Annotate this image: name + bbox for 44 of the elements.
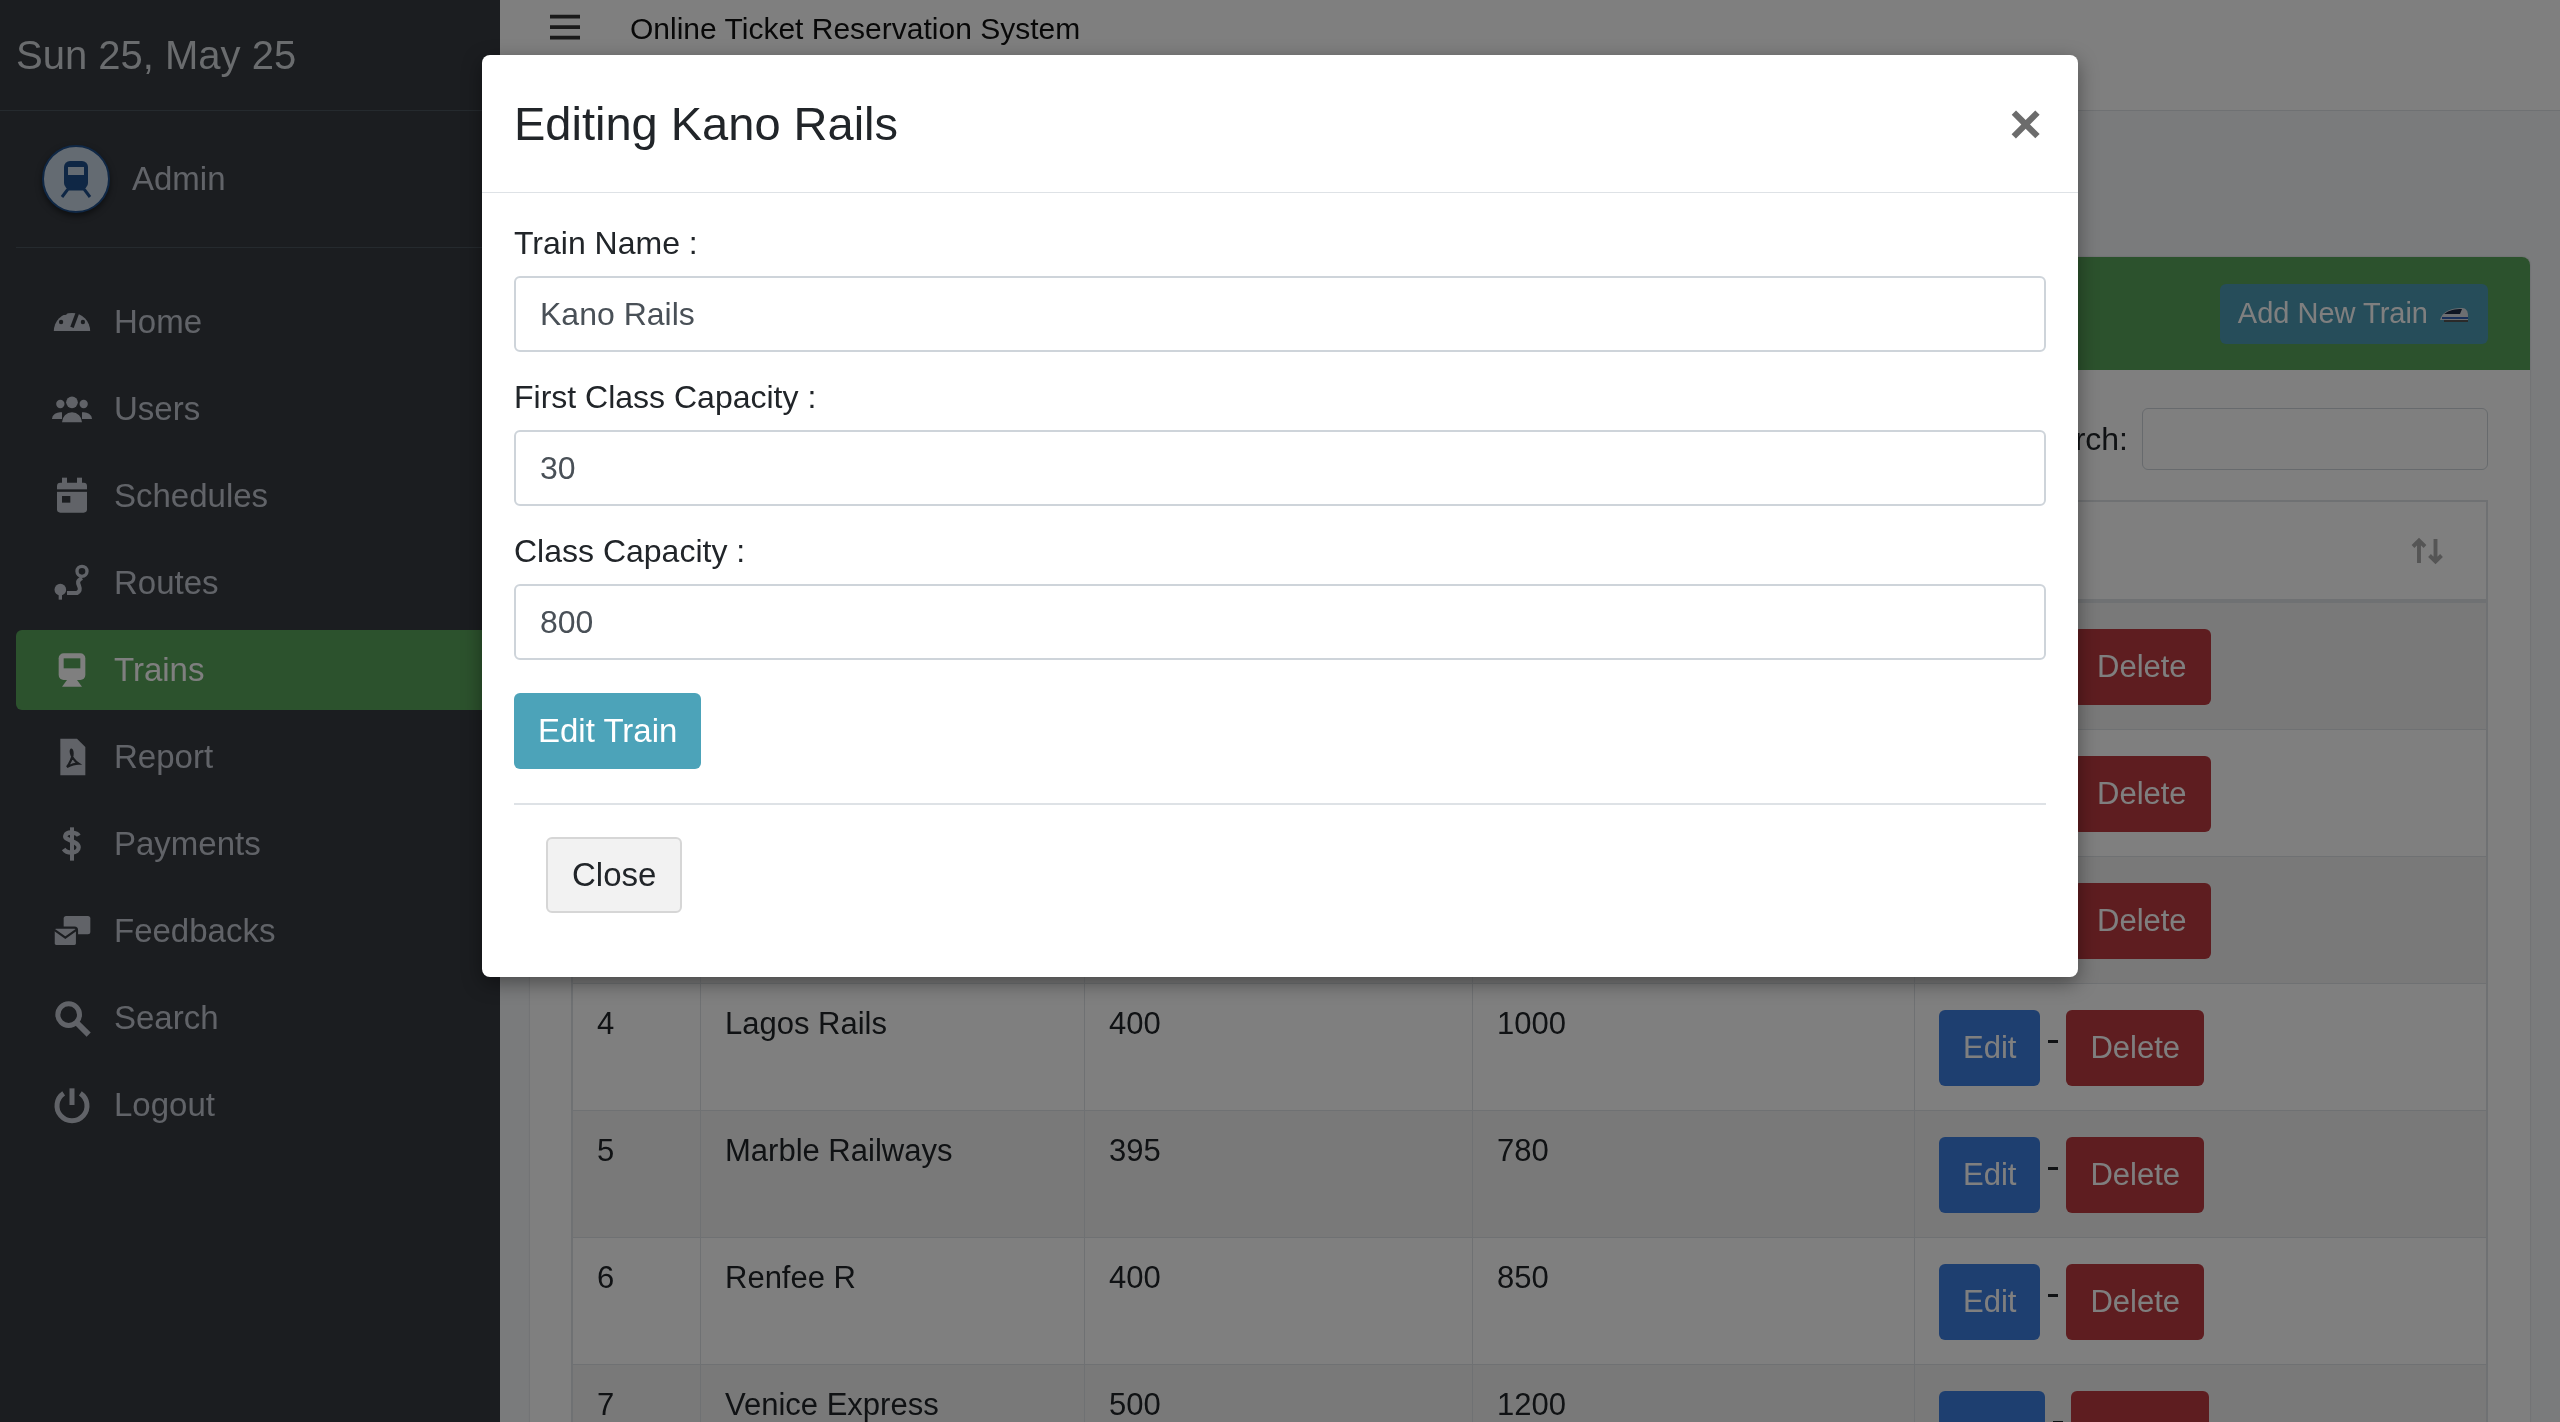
route-icon [52, 563, 92, 603]
nav-item[interactable]: Search [16, 978, 516, 1058]
nav-item[interactable]: Payments [16, 804, 516, 884]
search-field[interactable] [2142, 408, 2488, 470]
close-button[interactable]: Close [546, 837, 683, 913]
nav-item[interactable]: Schedules [16, 456, 516, 536]
table-cell: 500 [1085, 1365, 1473, 1422]
sort-icon [2410, 535, 2446, 566]
close-button[interactable]: × [2005, 95, 2046, 152]
nav-item[interactable]: Report [16, 717, 516, 797]
nav-item[interactable]: Routes [16, 543, 516, 623]
input-field[interactable]: Kano Rails [514, 276, 2046, 352]
edit-button[interactable]: Edit [1939, 1264, 2041, 1340]
app-title: Online Ticket Reservation System [630, 12, 1081, 46]
table-cell: 1200 [1473, 1365, 1915, 1422]
edit-button[interactable]: Edit [1939, 1137, 2041, 1213]
input-field[interactable]: 30 [514, 430, 2046, 506]
field-label: Class Capacity : [514, 533, 747, 570]
date-text: Sun 25, May 25 [16, 32, 297, 78]
table-cell: 5 [573, 1111, 701, 1239]
edit-train-button[interactable]: Edit Train [514, 693, 702, 769]
table-cell: 395 [1085, 1111, 1473, 1239]
delete-button[interactable]: Delete [2066, 1264, 2205, 1340]
table-cell: 7 [573, 1365, 701, 1422]
modal-title: Editing Kano Rails [514, 96, 899, 151]
delete-button[interactable]: Delete [2066, 1137, 2205, 1213]
search-icon [52, 998, 92, 1038]
add-train-button[interactable]: Add New Train [2219, 283, 2488, 344]
table-cell: Marble Railways [701, 1111, 1085, 1239]
input-field[interactable]: 800 [514, 584, 2046, 660]
menu-icon [550, 14, 580, 40]
nav-item[interactable]: Logout [16, 1065, 516, 1145]
table-cell: Venice Express [701, 1365, 1085, 1422]
user-name[interactable]: Admin [132, 160, 226, 198]
nav-item[interactable]: Home [16, 282, 516, 362]
nav-item[interactable]: Users [16, 369, 516, 449]
field-label: First Class Capacity : [514, 379, 818, 416]
edit-button[interactable]: Edit [1939, 1010, 2041, 1086]
field-label: Train Name : [514, 225, 699, 262]
gauge-icon [52, 311, 92, 333]
delete-button[interactable]: Delete [2066, 1010, 2205, 1086]
nav-item[interactable]: Feedbacks [16, 891, 516, 971]
table-cell: 780 [1473, 1111, 1915, 1239]
power-icon [52, 1085, 92, 1125]
